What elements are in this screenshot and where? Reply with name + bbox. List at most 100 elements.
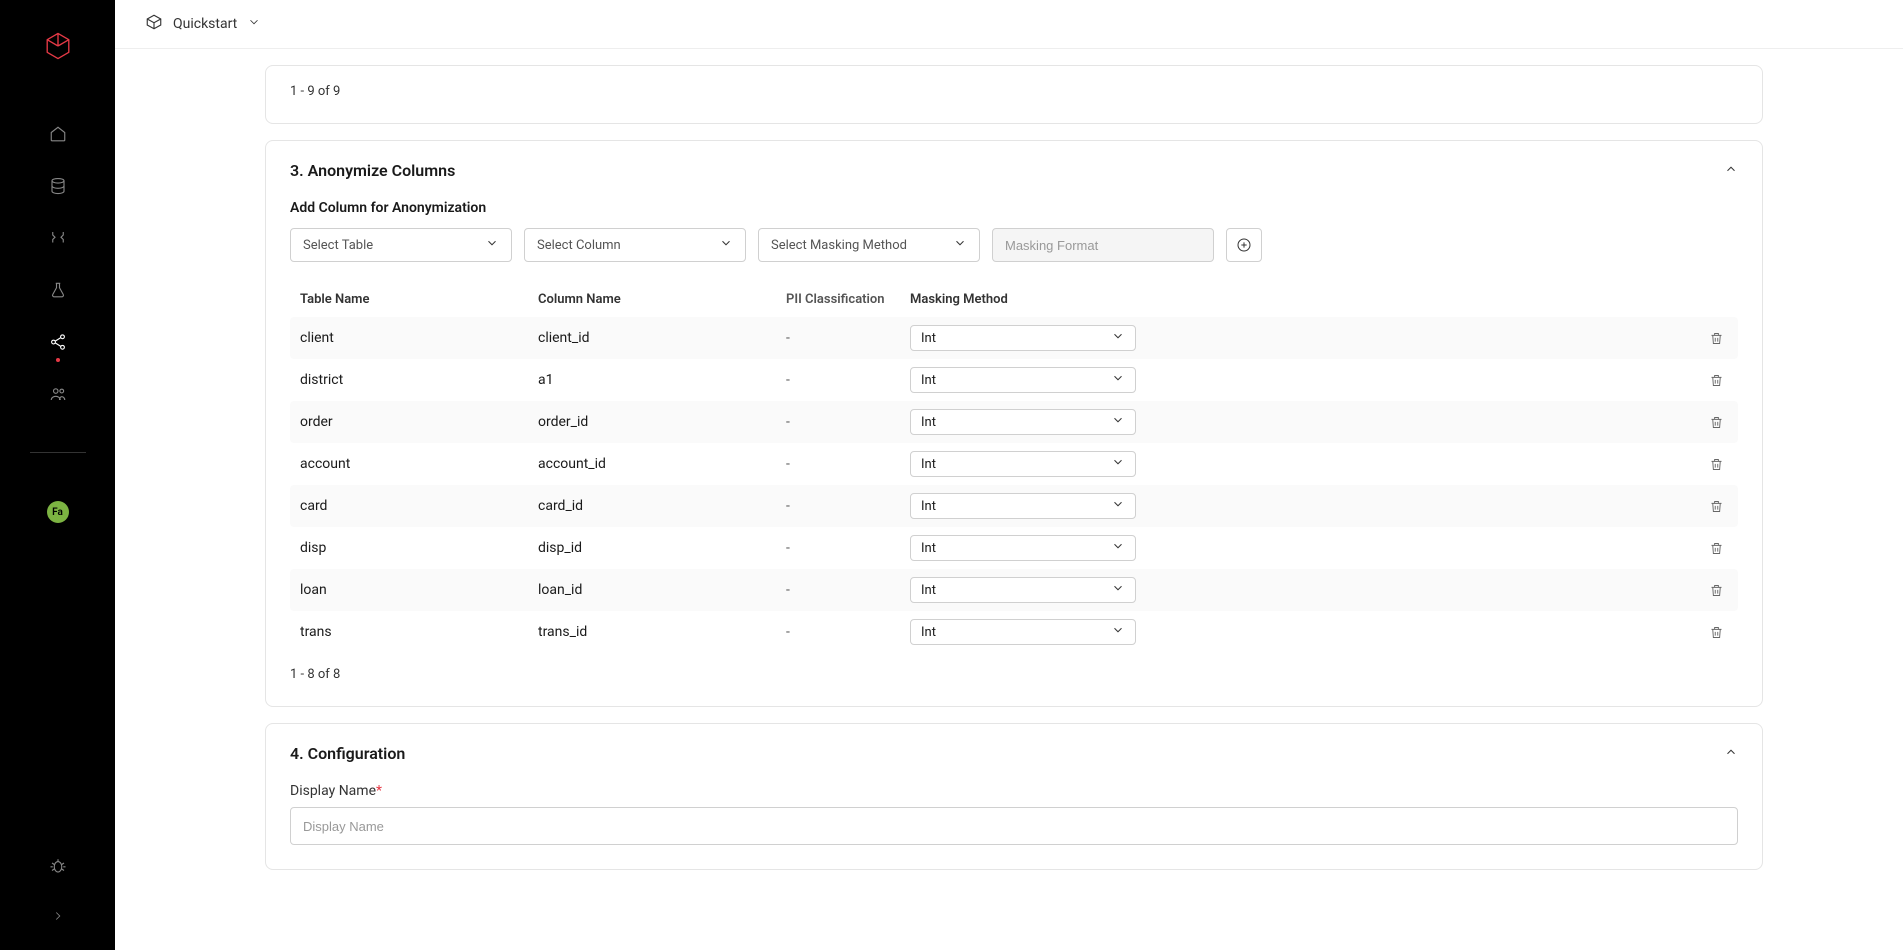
nav-database[interactable] — [48, 176, 68, 196]
delete-row-button[interactable] — [1709, 331, 1724, 346]
delete-row-button[interactable] — [1709, 625, 1724, 640]
chevron-down-icon — [1111, 371, 1125, 389]
nav-experiments[interactable] — [48, 280, 68, 300]
cell-table-name: district — [290, 372, 538, 388]
delete-row-button[interactable] — [1709, 415, 1724, 430]
section-header-anonymize[interactable]: 3. Anonymize Columns — [266, 141, 1762, 200]
cell-column-name: client_id — [538, 330, 786, 346]
delete-row-button[interactable] — [1709, 541, 1724, 556]
masking-format-input[interactable] — [992, 228, 1214, 262]
cell-pii: - — [786, 498, 910, 514]
add-column-label: Add Column for Anonymization — [290, 200, 1738, 216]
masking-method-select[interactable]: Int — [910, 535, 1136, 561]
masking-method-select[interactable]: Int — [910, 409, 1136, 435]
header-table-name: Table Name — [290, 292, 538, 307]
chevron-down-icon — [953, 236, 967, 254]
nav-share[interactable] — [48, 332, 68, 352]
chevron-down-icon — [1111, 497, 1125, 515]
cell-column-name: trans_id — [538, 624, 786, 640]
select-masking-method-dropdown[interactable]: Select Masking Method — [758, 228, 980, 262]
method-value: Int — [921, 373, 936, 388]
section-title: 3. Anonymize Columns — [290, 161, 455, 180]
delete-row-button[interactable] — [1709, 373, 1724, 388]
header-column-name: Column Name — [538, 292, 786, 307]
pagination-text: 1 - 9 of 9 — [290, 84, 1738, 99]
table-row: disp disp_id - Int — [290, 527, 1738, 569]
sidebar: Fa — [0, 0, 115, 950]
method-value: Int — [921, 541, 936, 556]
cell-column-name: a1 — [538, 372, 786, 388]
header-pii: PII Classification — [786, 292, 910, 307]
cell-table-name: loan — [290, 582, 538, 598]
cell-table-name: disp — [290, 540, 538, 556]
cell-pii: - — [786, 582, 910, 598]
display-name-label-text: Display Name — [290, 783, 376, 799]
chevron-down-icon — [1111, 581, 1125, 599]
select-table-dropdown[interactable]: Select Table — [290, 228, 512, 262]
nav-users[interactable] — [48, 384, 68, 404]
sidebar-expand-button[interactable] — [48, 906, 68, 926]
masking-method-select[interactable]: Int — [910, 577, 1136, 603]
pagination-text: 1 - 8 of 8 — [290, 667, 1738, 682]
cell-table-name: card — [290, 498, 538, 514]
cell-pii: - — [786, 624, 910, 640]
masking-method-select[interactable]: Int — [910, 451, 1136, 477]
table-row: loan loan_id - Int — [290, 569, 1738, 611]
table-row: district a1 - Int — [290, 359, 1738, 401]
chevron-down-icon — [485, 236, 499, 254]
cell-table-name: client — [290, 330, 538, 346]
table-header-row: Table Name Column Name PII Classificatio… — [290, 282, 1738, 317]
anonymize-columns-card: 3. Anonymize Columns Add Column for Anon… — [265, 140, 1763, 707]
header-method: Masking Method — [910, 292, 1138, 307]
cell-pii: - — [786, 540, 910, 556]
nav-home[interactable] — [48, 124, 68, 144]
delete-row-button[interactable] — [1709, 457, 1724, 472]
topbar: Quickstart — [115, 0, 1903, 49]
method-value: Int — [921, 331, 936, 346]
chevron-down-icon — [1111, 455, 1125, 473]
anonymize-table: Table Name Column Name PII Classificatio… — [290, 282, 1738, 653]
chevron-down-icon — [1111, 413, 1125, 431]
select-column-dropdown[interactable]: Select Column — [524, 228, 746, 262]
delete-row-button[interactable] — [1709, 499, 1724, 514]
table-row: trans trans_id - Int — [290, 611, 1738, 653]
cell-column-name: loan_id — [538, 582, 786, 598]
cell-table-name: trans — [290, 624, 538, 640]
select-method-placeholder: Select Masking Method — [771, 238, 907, 253]
method-value: Int — [921, 415, 936, 430]
chevron-up-icon — [1724, 745, 1738, 763]
masking-method-select[interactable]: Int — [910, 619, 1136, 645]
nav-tools[interactable] — [48, 228, 68, 248]
display-name-input[interactable] — [290, 807, 1738, 845]
cell-pii: - — [786, 414, 910, 430]
method-value: Int — [921, 583, 936, 598]
cell-pii: - — [786, 330, 910, 346]
nav-divider — [30, 452, 86, 453]
chevron-up-icon — [1724, 162, 1738, 180]
masking-method-select[interactable]: Int — [910, 493, 1136, 519]
cell-table-name: order — [290, 414, 538, 430]
table-row: account account_id - Int — [290, 443, 1738, 485]
chevron-down-icon — [1111, 329, 1125, 347]
select-table-placeholder: Select Table — [303, 238, 373, 253]
table-row: client client_id - Int — [290, 317, 1738, 359]
masking-method-select[interactable]: Int — [910, 367, 1136, 393]
nav-debug[interactable] — [48, 856, 68, 876]
cell-table-name: account — [290, 456, 538, 472]
section-title: 4. Configuration — [290, 744, 405, 763]
add-column-button[interactable] — [1226, 228, 1262, 262]
cell-pii: - — [786, 456, 910, 472]
method-value: Int — [921, 625, 936, 640]
cell-column-name: disp_id — [538, 540, 786, 556]
masking-method-select[interactable]: Int — [910, 325, 1136, 351]
chevron-down-icon[interactable] — [247, 15, 261, 33]
section-header-configuration[interactable]: 4. Configuration — [266, 724, 1762, 783]
box-icon — [145, 13, 163, 35]
user-avatar[interactable]: Fa — [47, 501, 69, 523]
display-name-label: Display Name* — [290, 783, 1738, 799]
delete-row-button[interactable] — [1709, 583, 1724, 598]
table-row: order order_id - Int — [290, 401, 1738, 443]
chevron-down-icon — [719, 236, 733, 254]
method-value: Int — [921, 457, 936, 472]
app-logo — [40, 28, 76, 64]
